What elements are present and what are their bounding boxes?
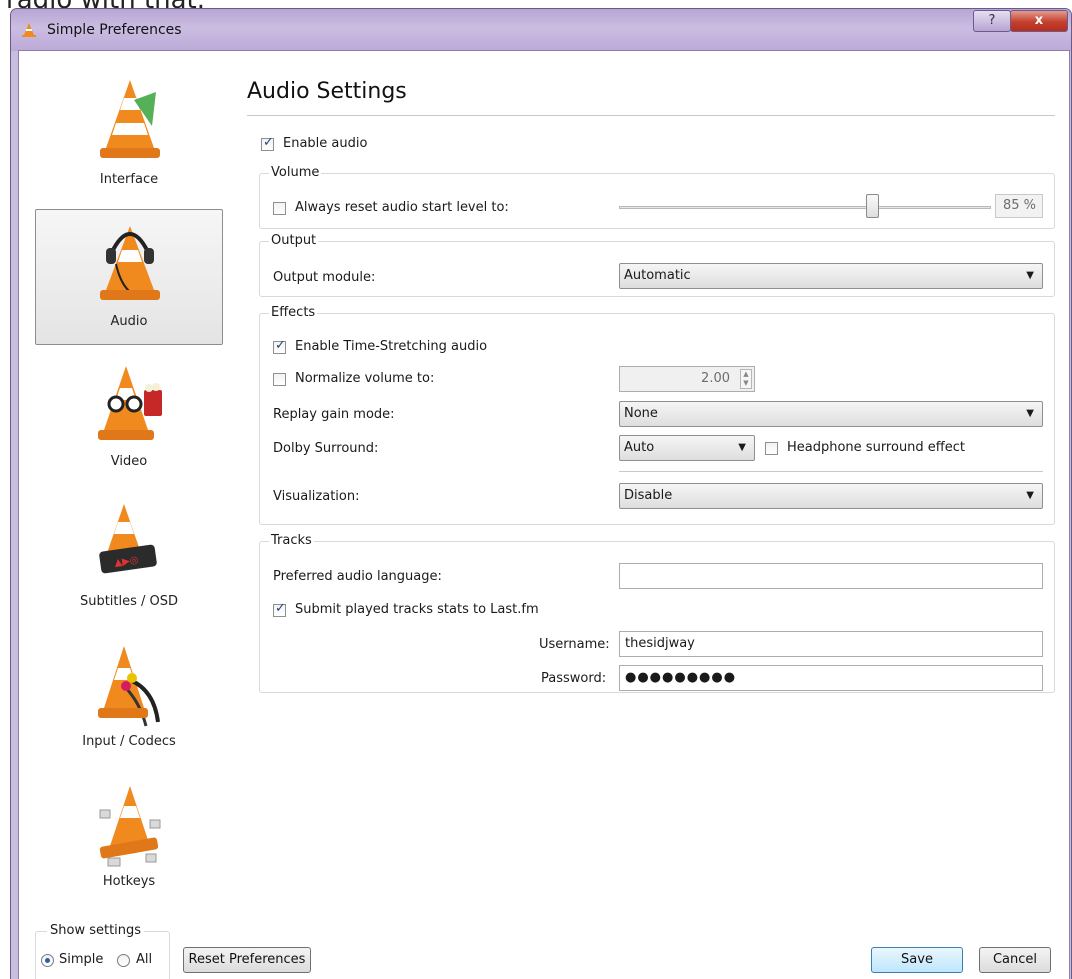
chevron-down-icon: ▼ — [1026, 490, 1034, 501]
simple-radio[interactable] — [41, 954, 54, 967]
vlc-cone-keys-icon — [99, 786, 161, 867]
dolby-value: Auto — [624, 440, 655, 455]
visualization-label: Visualization: — [273, 489, 360, 504]
vlc-cone-headphones-icon — [100, 226, 160, 300]
tracks-group-title: Tracks — [269, 533, 314, 548]
output-module-value: Automatic — [624, 268, 691, 283]
lastfm-checkbox[interactable] — [273, 601, 286, 617]
sidebar-item-subtitles[interactable]: ▲▶◎ Subtitles / OSD — [35, 489, 223, 625]
chevron-down-icon: ▼ — [1026, 270, 1034, 281]
sidebar-item-video[interactable]: Video — [35, 349, 223, 485]
sidebar-item-label: Video — [110, 454, 148, 469]
dolby-label: Dolby Surround: — [273, 441, 379, 456]
all-radio-label: All — [136, 952, 153, 967]
output-module-label: Output module: — [273, 270, 376, 285]
cancel-button[interactable]: Cancel — [979, 947, 1051, 973]
simple-radio-label: Simple — [59, 952, 104, 967]
headphone-effect-checkbox[interactable] — [765, 442, 778, 455]
enable-audio-label: Enable audio — [283, 136, 368, 151]
volume-percent-display: 85 % — [995, 194, 1043, 218]
audio-settings-panel: Audio Settings Enable audio Volume Alway… — [231, 51, 1071, 979]
heading-divider — [247, 115, 1055, 116]
volume-slider-thumb[interactable] — [865, 194, 879, 218]
replay-gain-value: None — [624, 406, 658, 421]
spin-arrows-icon[interactable]: ▲ ▼ — [740, 369, 752, 389]
visualization-value: Disable — [624, 488, 673, 503]
normalize-checkbox[interactable] — [273, 373, 286, 386]
chevron-down-icon: ▼ — [738, 442, 746, 453]
effects-group-title: Effects — [269, 305, 318, 320]
replay-gain-dropdown[interactable]: None ▼ — [619, 401, 1043, 427]
window-title: Simple Preferences — [47, 22, 182, 38]
vlc-cone-icon — [22, 23, 36, 37]
username-label: Username: — [539, 637, 610, 652]
vlc-cone-display-icon: ▲▶◎ — [99, 504, 157, 574]
chevron-down-icon: ▼ — [1026, 408, 1034, 419]
audio-language-input[interactable] — [619, 563, 1043, 589]
close-button[interactable]: x — [1010, 10, 1068, 32]
lastfm-label: Submit played tracks stats to Last.fm — [295, 602, 539, 617]
category-sidebar: Interface Audio Video ▲▶◎ Subtitles / OS… — [19, 51, 311, 979]
sidebar-item-label: Interface — [99, 172, 159, 187]
reset-level-checkbox[interactable] — [273, 202, 286, 215]
output-module-dropdown[interactable]: Automatic ▼ — [619, 263, 1043, 289]
time-stretch-label: Enable Time-Stretching audio — [295, 339, 488, 354]
sidebar-item-input-codecs[interactable]: Input / Codecs — [35, 629, 223, 765]
title-bar[interactable]: Simple Preferences ? x — [11, 9, 1071, 51]
effects-divider — [619, 471, 1043, 472]
audio-language-label: Preferred audio language: — [273, 569, 442, 584]
normalize-label: Normalize volume to: — [295, 371, 435, 386]
username-input[interactable]: thesidjway — [619, 631, 1043, 657]
vlc-cone-interface-icon — [100, 80, 160, 158]
sidebar-item-label: Input / Codecs — [82, 734, 176, 749]
volume-group-title: Volume — [269, 165, 322, 180]
sidebar-item-hotkeys[interactable]: Hotkeys — [35, 769, 223, 905]
replay-gain-label: Replay gain mode: — [273, 407, 395, 422]
preferences-window: Simple Preferences ? x Interface Audio V… — [10, 8, 1072, 979]
dolby-dropdown[interactable]: Auto ▼ — [619, 435, 755, 461]
visualization-dropdown[interactable]: Disable ▼ — [619, 483, 1043, 509]
page-title: Audio Settings — [247, 79, 407, 104]
reset-level-label: Always reset audio start level to: — [295, 200, 509, 215]
normalize-value: 2.00 — [701, 371, 730, 386]
volume-slider-track[interactable] — [619, 206, 991, 209]
vlc-cone-glasses-icon — [98, 366, 162, 440]
password-input[interactable]: ●●●●●●●●● — [619, 665, 1043, 691]
headphone-effect-label: Headphone surround effect — [787, 440, 966, 455]
password-label: Password: — [541, 671, 607, 686]
normalize-spinbox[interactable]: 2.00 ▲ ▼ — [619, 366, 755, 392]
enable-audio-checkbox[interactable] — [261, 135, 274, 151]
show-settings-legend: Show settings — [47, 923, 145, 938]
vlc-cone-cables-icon — [98, 646, 160, 727]
sidebar-item-interface[interactable]: Interface — [35, 67, 223, 203]
save-button[interactable]: Save — [871, 947, 963, 973]
all-radio[interactable] — [117, 954, 130, 967]
sidebar-item-label: Audio — [110, 314, 148, 329]
help-button[interactable]: ? — [973, 10, 1011, 32]
sidebar-item-label: Hotkeys — [102, 874, 156, 889]
dialog-body: Interface Audio Video ▲▶◎ Subtitles / OS… — [18, 50, 1070, 979]
sidebar-item-label: Subtitles / OSD — [79, 594, 179, 609]
time-stretch-checkbox[interactable] — [273, 338, 286, 354]
sidebar-item-audio[interactable]: Audio — [35, 209, 223, 345]
output-group-title: Output — [269, 233, 319, 248]
